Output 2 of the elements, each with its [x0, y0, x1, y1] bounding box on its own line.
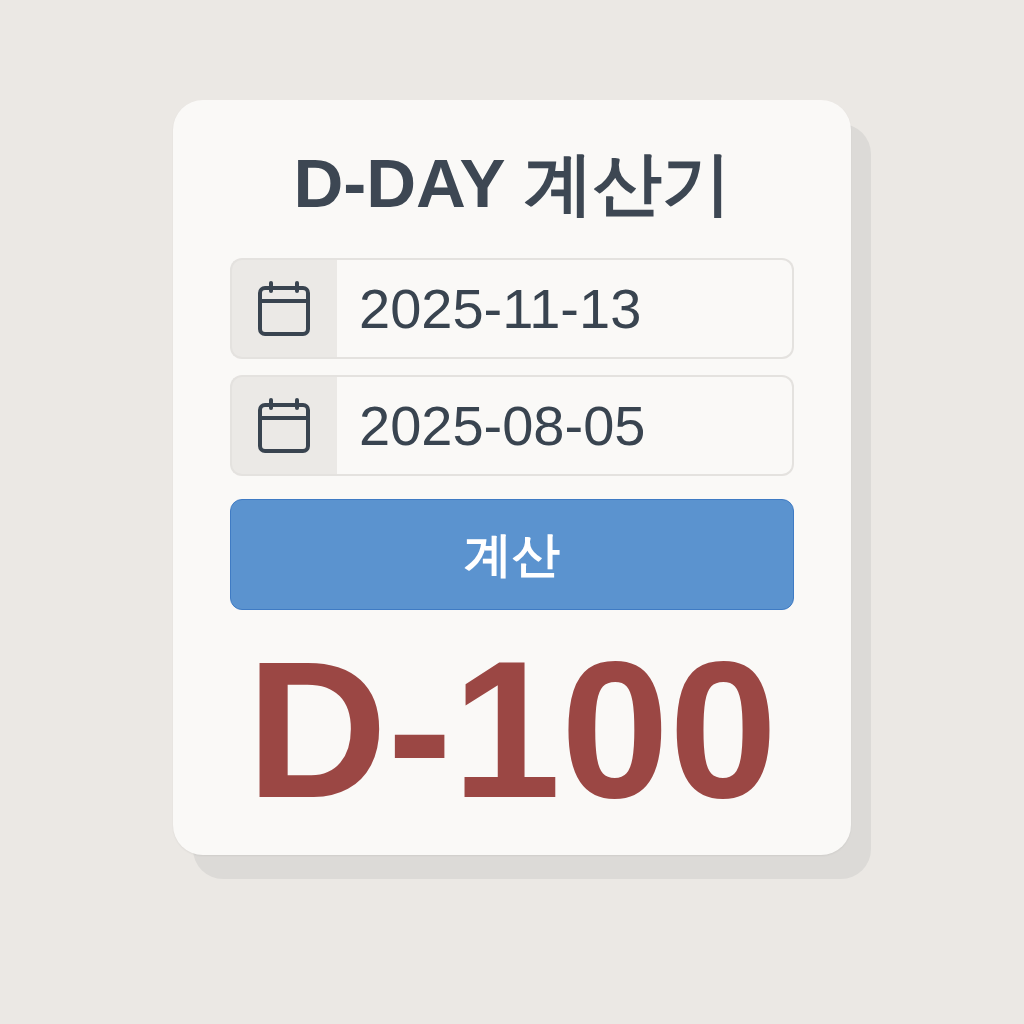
d-day-result: D-100 [245, 632, 779, 827]
app-title: D-DAY 계산기 [292, 144, 732, 224]
